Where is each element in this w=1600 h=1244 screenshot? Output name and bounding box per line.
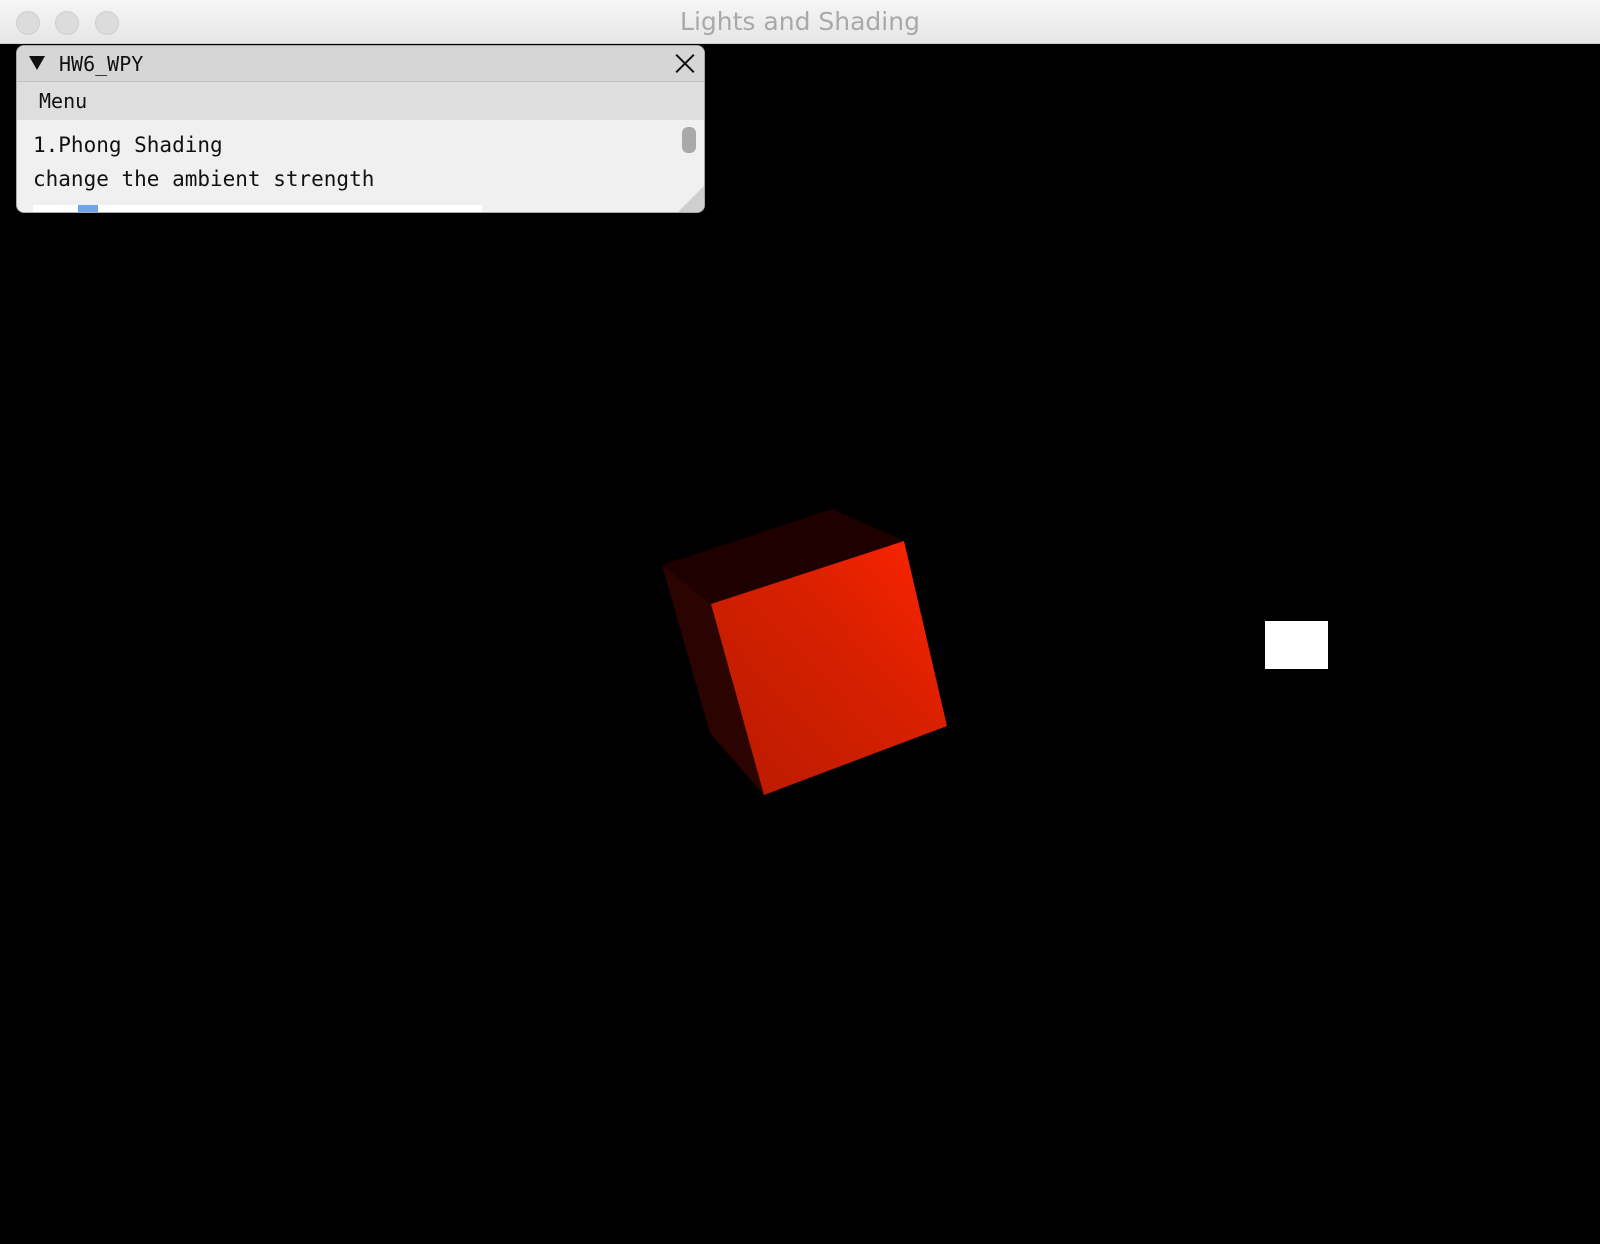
scene-canvas [662,509,1328,795]
title-bar: Lights and Shading [0,0,1600,44]
ambient-strength-slider[interactable] [33,205,482,212]
light-source-cube [1265,621,1328,669]
red-cube [662,509,947,795]
close-icon[interactable] [672,50,698,76]
panel-menubar: Menu [17,82,704,120]
window-title: Lights and Shading [680,7,920,36]
slider-grab-handle[interactable] [78,205,98,212]
menu-button[interactable]: Menu [39,89,87,113]
imgui-panel[interactable]: HW6_WPY Menu 1.Phong Shading change the … [16,45,705,213]
resize-grip-icon[interactable] [678,186,704,212]
section-heading: 1.Phong Shading [33,133,223,157]
panel-title: HW6_WPY [59,52,144,76]
ambient-label: change the ambient strength [33,167,375,191]
panel-content: 1.Phong Shading change the ambient stren… [33,128,374,196]
collapse-arrow-icon[interactable] [29,56,45,70]
panel-scrollbar[interactable] [682,127,696,153]
panel-header[interactable]: HW6_WPY [17,46,704,82]
render-viewport[interactable] [0,44,1600,1244]
